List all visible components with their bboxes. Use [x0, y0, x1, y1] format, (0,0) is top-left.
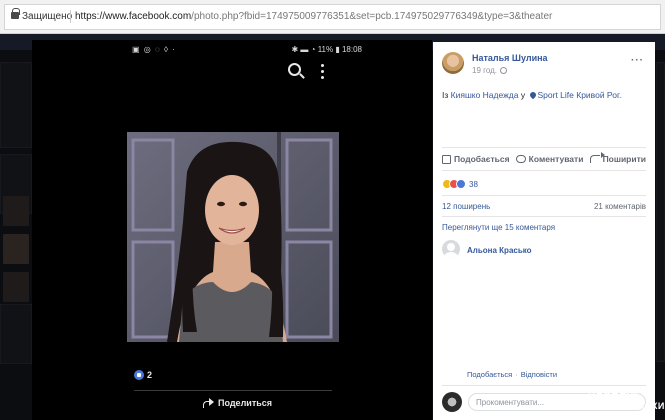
share-icon	[589, 152, 605, 163]
tagged-person-link[interactable]: Кияшко Надежда	[451, 90, 519, 100]
photo-share-label: Поделиться	[218, 398, 273, 408]
post-timestamp[interactable]: 19 год.	[472, 66, 508, 75]
comment-like-link[interactable]: Подобається	[467, 370, 512, 379]
shares-count[interactable]: 12 поширень	[442, 202, 490, 211]
background-thumb	[3, 234, 29, 264]
search-icon[interactable]	[288, 63, 301, 76]
post-caption: Із Кияшко Надежда у Sport Life Кривой Ро…	[442, 90, 621, 100]
secure-label: Защищено	[22, 11, 73, 22]
url-path: /photo.php?fbid=174975009776351&set=pcb.…	[191, 11, 553, 22]
caption-prefix: Із	[442, 90, 449, 100]
comment-actions: Подобається · Відповісти	[467, 370, 558, 379]
current-user-avatar	[442, 392, 462, 412]
location-link[interactable]: Sport Life Кривой Рог.	[538, 90, 622, 100]
caption-mid: у	[520, 90, 526, 100]
like-button[interactable]: Подобається	[442, 154, 510, 164]
photo-theater: ▣ ◎ ◌ ◊ · ✱ ▬ ◔ 11% ▮ 18:08 2 Поделиться	[32, 40, 432, 420]
commenter-name[interactable]: Альона Красько	[467, 246, 532, 255]
post-options-icon[interactable]: ···	[631, 55, 644, 66]
background-card	[0, 62, 32, 148]
globe-icon	[500, 67, 508, 74]
divider	[442, 147, 646, 148]
engagement-counts: 12 поширень 21 коментарів	[442, 202, 646, 211]
post-time-text: 19 год.	[472, 66, 498, 75]
share-arrow-icon	[202, 398, 214, 408]
like-reaction-icon	[134, 370, 144, 380]
status-icons-left: ▣ ◎ ◌ ◊ ·	[132, 45, 176, 54]
author-avatar[interactable]	[442, 52, 464, 74]
site-watermark-logo: kr.ua ПЕРВЫЙ КРИВОРОЖСКИЙ	[558, 350, 665, 420]
background-card	[656, 62, 665, 362]
status-time: 18:08	[341, 45, 362, 54]
photo-share-button[interactable]: Поделиться	[202, 398, 272, 408]
commenter-avatar[interactable]	[442, 240, 460, 258]
post-actions: Подобається Коментувати Поширити	[442, 152, 646, 164]
watermark-line2: КРИВОРОЖСКИЙ	[588, 401, 665, 411]
omnibox-separator	[70, 10, 71, 23]
status-icons-right: ✱ ▬ ◔ 11% ▮ 18:08	[291, 45, 362, 54]
lock-icon	[11, 8, 20, 19]
url-host: https://www.facebook.com	[75, 11, 192, 22]
divider	[442, 170, 646, 171]
comment-label: Коментувати	[528, 154, 584, 164]
photo-like-number: 2	[147, 370, 153, 380]
browser-address-bar: Защищено https://www.facebook.com/photo.…	[0, 0, 665, 34]
comment-button[interactable]: Коментувати	[515, 154, 584, 164]
background-thumb	[3, 196, 29, 226]
share-button[interactable]: Поширити	[589, 152, 646, 164]
like-label: Подобається	[454, 154, 510, 164]
share-label: Поширити	[602, 154, 646, 164]
phone-status-bar: ▣ ◎ ◌ ◊ · ✱ ▬ ◔ 11% ▮ 18:08	[132, 45, 362, 57]
photo-like-count[interactable]: 2	[134, 370, 152, 380]
reaction-count: 38	[469, 179, 478, 189]
reactions-summary[interactable]: 38	[442, 179, 478, 189]
background-thumb	[3, 272, 29, 302]
view-more-comments-link[interactable]: Переглянути ще 15 коментаря	[442, 223, 555, 232]
author-name[interactable]: Наталья Шулина	[472, 53, 548, 63]
watermark-site: kr.ua	[574, 362, 630, 386]
comment-icon	[515, 155, 526, 163]
battery-percent: 11%	[317, 45, 334, 54]
divider	[442, 195, 646, 196]
url-text[interactable]: https://www.facebook.com/photo.php?fbid=…	[75, 11, 552, 22]
post-photo[interactable]	[127, 132, 339, 342]
location-pin-icon	[528, 90, 537, 100]
watermark-line1: ПЕРВЫЙ	[588, 389, 639, 400]
comments-count[interactable]: 21 коментарів	[594, 202, 646, 211]
divider	[442, 216, 646, 217]
comment-reply-link[interactable]: Відповісти	[521, 370, 557, 379]
more-vertical-icon[interactable]	[320, 64, 326, 80]
photo-divider	[134, 390, 332, 391]
like-reaction-icon	[456, 179, 466, 189]
thumbs-up-icon	[442, 154, 451, 164]
background-card	[0, 304, 32, 364]
